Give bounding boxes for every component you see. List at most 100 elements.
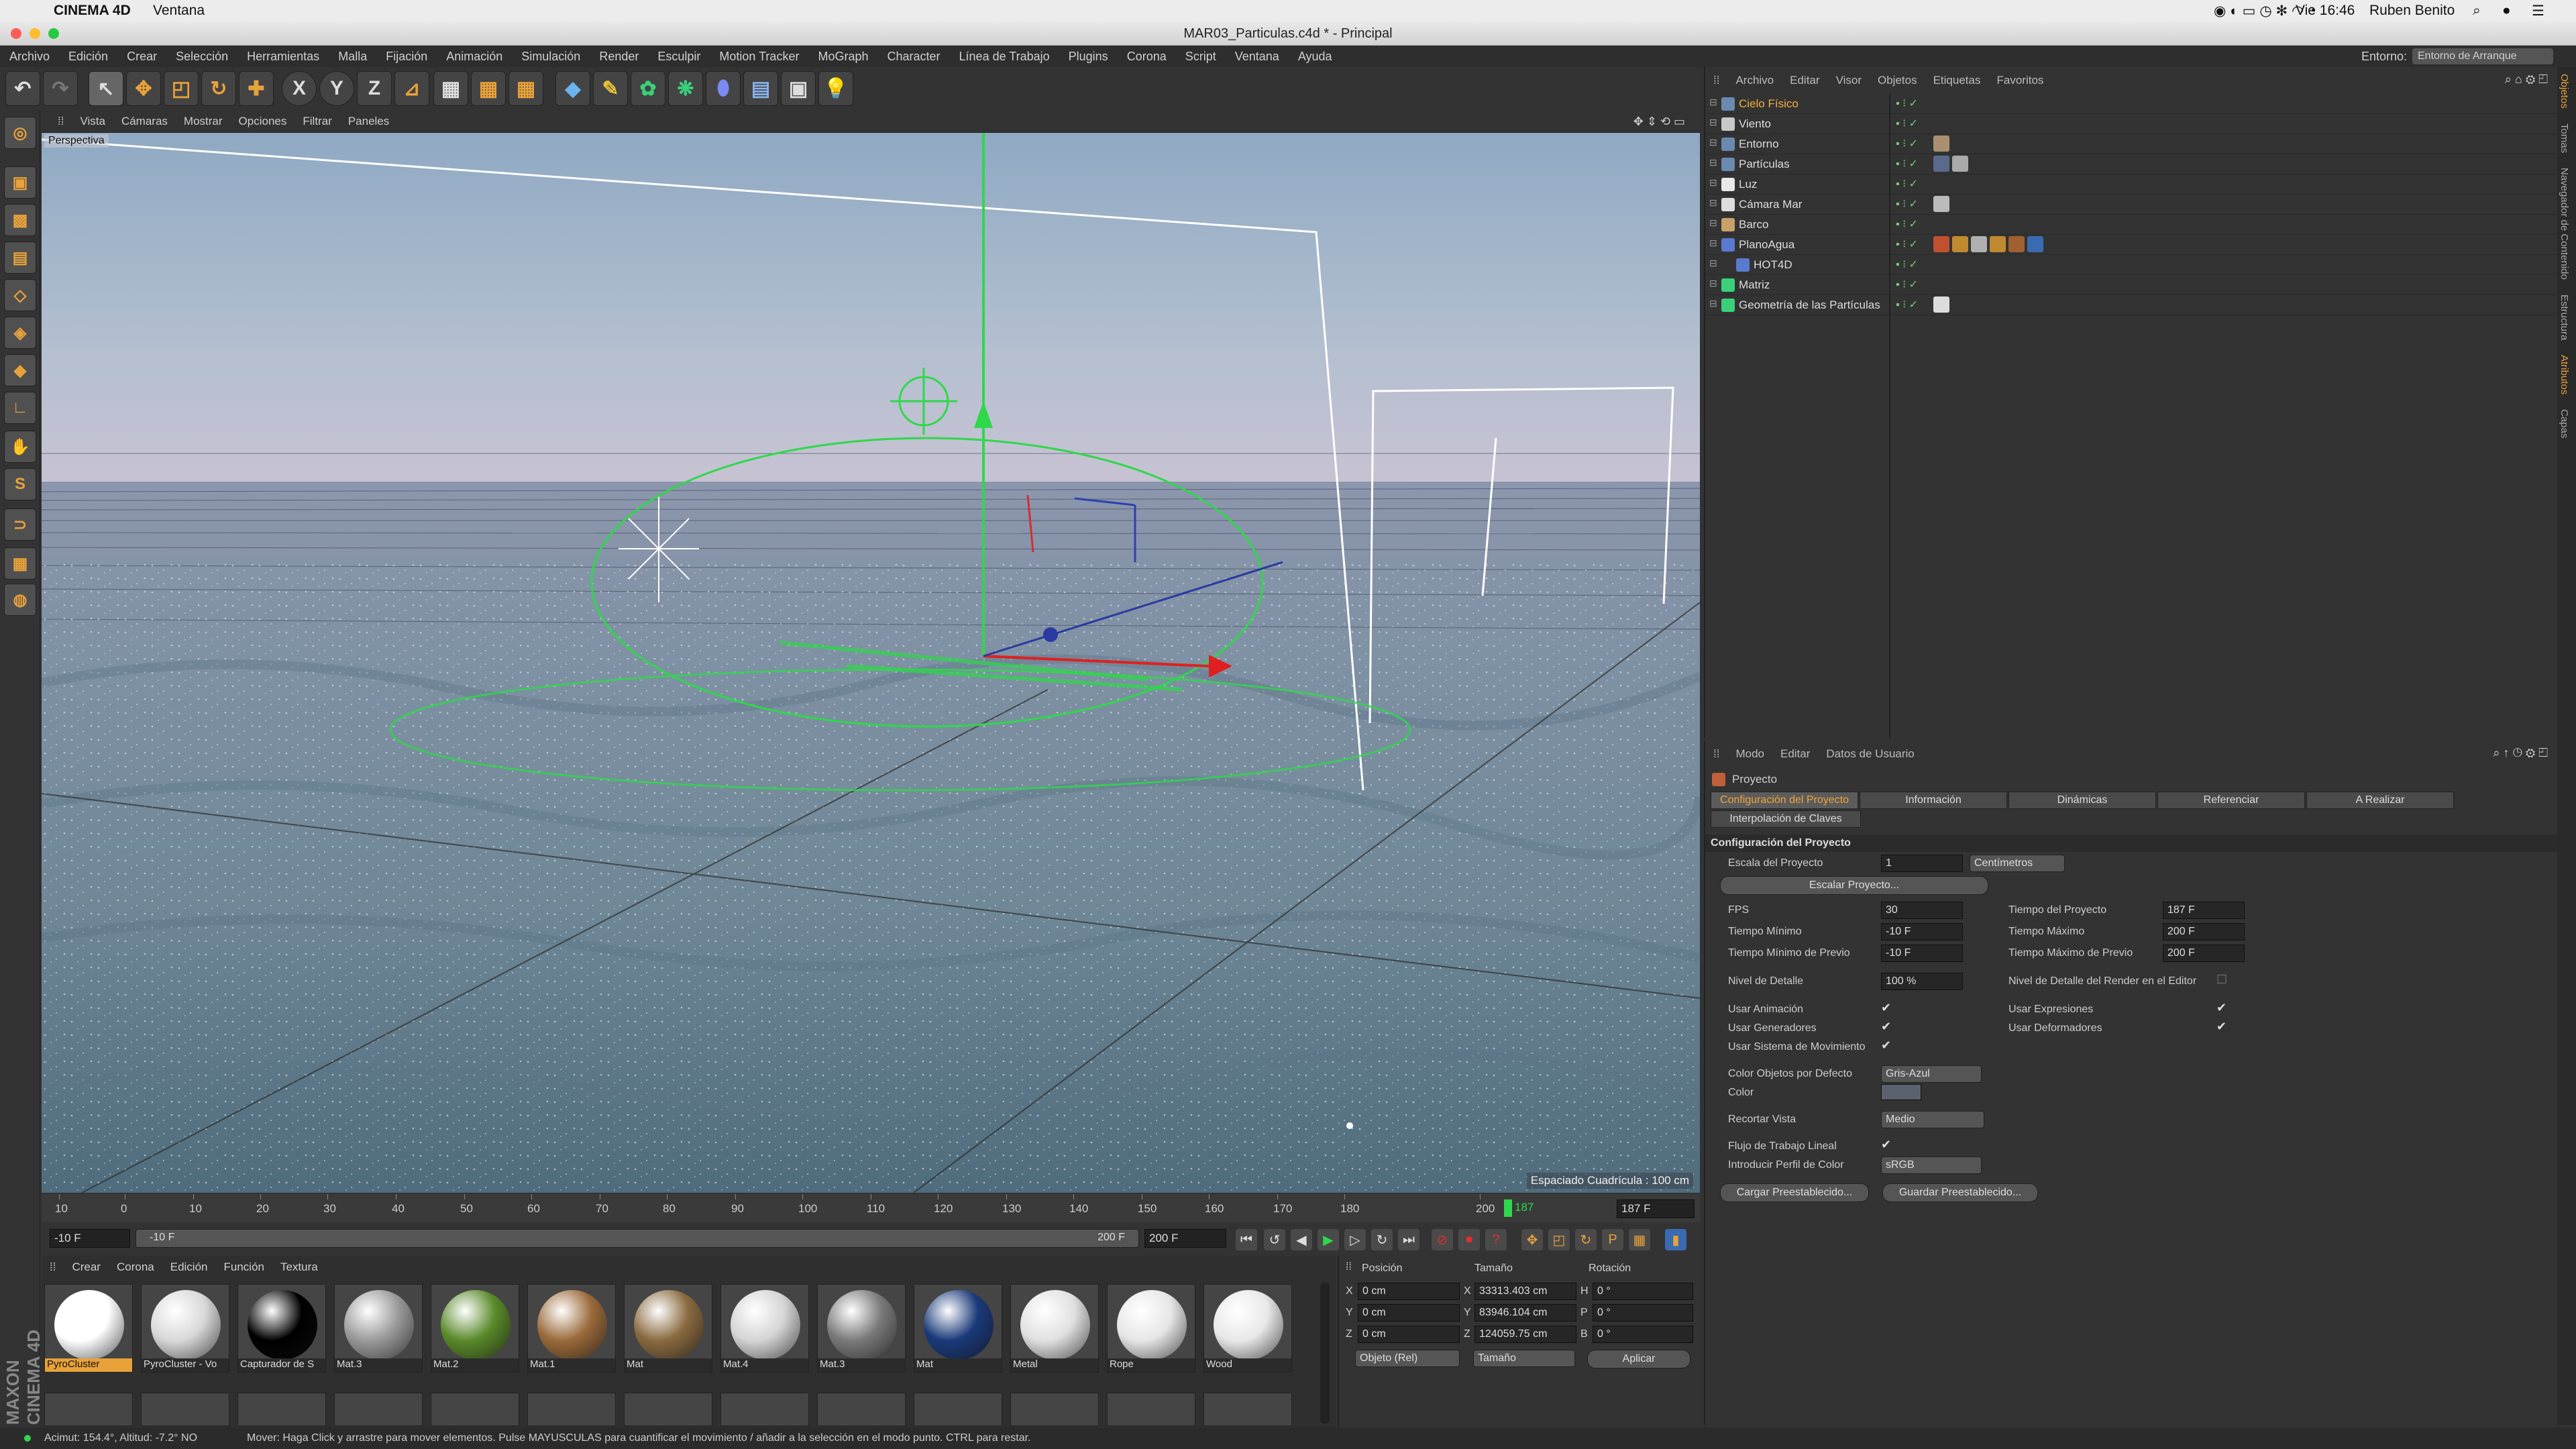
rotation-field[interactable]: 0 ° — [1593, 1304, 1693, 1322]
tag-icon[interactable] — [1952, 156, 1968, 172]
x-axis-lock-icon[interactable]: X — [282, 71, 317, 106]
object-menu-item[interactable]: Editar — [1782, 74, 1827, 87]
mograph-cloner-icon[interactable]: ❋ — [668, 71, 703, 106]
visibility-flags[interactable]: ▪ ⁝ ✓ — [1896, 237, 1918, 251]
texture-mode-icon[interactable]: ▩ — [4, 204, 36, 236]
material-swatch-row2[interactable] — [1203, 1393, 1292, 1426]
material-swatch-row2[interactable] — [431, 1393, 519, 1426]
menu-item[interactable]: Motion Tracker — [710, 46, 808, 67]
use-animation-checkbox[interactable]: ✔ — [1881, 1001, 1891, 1015]
material-swatch-row2[interactable] — [44, 1393, 133, 1426]
menu-item[interactable]: Animación — [437, 46, 512, 67]
tag-icon[interactable] — [1933, 297, 1949, 313]
menu-item[interactable]: Ayuda — [1289, 46, 1342, 67]
tab-interpolacion[interactable]: Interpolación de Claves — [1711, 810, 1861, 828]
material-scrollbar[interactable] — [1320, 1283, 1330, 1424]
visibility-flags[interactable]: ▪ ⁝ ✓ — [1896, 217, 1918, 231]
material-swatch-row2[interactable] — [720, 1393, 809, 1426]
color-swatch[interactable] — [1881, 1084, 1921, 1100]
material-swatch[interactable]: Wood — [1203, 1284, 1292, 1373]
object-row[interactable]: ⊟ Geometría de las Partículas ▪ ⁝ ✓ — [1705, 295, 2557, 315]
material-swatch[interactable]: Mat — [914, 1284, 1002, 1373]
expand-icon[interactable]: ⊟ — [1709, 197, 1717, 209]
linear-workflow-checkbox[interactable]: ✔ — [1881, 1138, 1891, 1152]
material-menu-item[interactable]: Corona — [109, 1260, 162, 1273]
key-scale-icon[interactable]: ◰ — [1548, 1229, 1570, 1250]
redo-button[interactable]: ↷ — [43, 71, 78, 106]
polygons-mode-icon[interactable]: ◆ — [4, 354, 36, 386]
visibility-flags[interactable]: ▪ ⁝ ✓ — [1896, 97, 1918, 110]
undo-button[interactable]: ↶ — [5, 71, 40, 106]
object-menu-item[interactable]: Objetos — [1870, 74, 1925, 87]
material-menu-item[interactable]: Textura — [272, 1260, 326, 1273]
viewport-perspective[interactable]: Perspectiva Espaciado Cuadrícula : 100 c… — [42, 133, 1700, 1193]
cube-primitive-icon[interactable]: ◆ — [555, 71, 590, 106]
coordinate-system-icon[interactable]: ⊿ — [394, 71, 429, 106]
object-menu-item[interactable]: Etiquetas — [1925, 74, 1989, 87]
size-field[interactable]: 83946.104 cm — [1474, 1304, 1576, 1322]
use-expressions-checkbox[interactable]: ✔ — [2216, 1001, 2226, 1015]
visibility-flags[interactable]: ▪ ⁝ ✓ — [1896, 157, 1918, 170]
right-side-tab[interactable]: Navegador de Contenido — [2559, 168, 2570, 280]
material-swatch[interactable]: Mat.1 — [527, 1284, 616, 1373]
size-mode-dropdown[interactable]: Tamaño — [1473, 1350, 1575, 1367]
notifications-icon[interactable]: ☰ — [2532, 3, 2544, 19]
menu-item[interactable]: Simulación — [512, 46, 590, 67]
light-icon[interactable]: 💡 — [818, 71, 853, 106]
tag-icon[interactable] — [1971, 236, 1987, 252]
preview-range-slider[interactable]: -10 F 200 F — [136, 1229, 1139, 1248]
position-field[interactable]: 0 cm — [1358, 1283, 1460, 1300]
key-position-icon[interactable]: ✥ — [1521, 1229, 1543, 1250]
use-deformers-checkbox[interactable]: ✔ — [2216, 1020, 2226, 1034]
prev-frame-icon[interactable]: ◀ — [1291, 1229, 1312, 1250]
color-profile-dropdown[interactable]: sRGB — [1881, 1157, 1982, 1174]
right-side-tab[interactable]: Estructura — [2559, 294, 2570, 340]
menu-item[interactable]: Malla — [329, 46, 376, 67]
move-tool-icon[interactable]: ✥ — [126, 71, 161, 106]
lod-field[interactable]: 100 % — [1881, 973, 1963, 990]
material-swatch[interactable]: PyroCluster — [44, 1284, 133, 1373]
position-field[interactable]: 0 cm — [1358, 1326, 1460, 1343]
material-swatch-row2[interactable] — [914, 1393, 1002, 1426]
viewport-nav-icons[interactable]: ✥ ⇕ ⟲ ▭ — [1625, 110, 1693, 133]
max-time-attr-field[interactable]: 200 F — [2163, 923, 2245, 941]
grid-lock-icon[interactable]: ▦ — [4, 547, 36, 580]
expand-icon[interactable]: ⊟ — [1709, 177, 1717, 189]
use-motion-checkbox[interactable]: ✔ — [1881, 1038, 1891, 1053]
record-icon[interactable]: ⊘ — [1432, 1229, 1453, 1250]
attribute-menu-item[interactable]: Datos de Usuario — [1818, 747, 1922, 760]
object-row[interactable]: ⊟ Barco ▪ ⁝ ✓ — [1705, 215, 2557, 235]
object-row[interactable]: ⊟ PlanoAgua ▪ ⁝ ✓ — [1705, 235, 2557, 255]
edges-mode-icon[interactable]: ◈ — [4, 317, 36, 349]
menu-item[interactable]: Línea de Trabajo — [950, 46, 1059, 67]
object-manager-icons[interactable]: ⌕ ⌂ ⚙ ◰ — [2505, 72, 2548, 87]
material-swatch[interactable]: Rope — [1107, 1284, 1195, 1373]
object-menu-item[interactable]: Favoritos — [1988, 74, 2051, 87]
menu-item[interactable]: Fijación — [376, 46, 437, 67]
attribute-nav-icons[interactable]: ⌕ ↑ ◷ ⚙ ◰ — [2493, 746, 2548, 760]
menu-item[interactable]: Herramientas — [237, 46, 329, 67]
tag-icon[interactable] — [1952, 236, 1968, 252]
menu-item[interactable]: Edición — [59, 46, 117, 67]
menu-item[interactable]: Ventana — [1226, 46, 1289, 67]
subdivision-icon[interactable]: ✿ — [631, 71, 665, 106]
viewport-menu-item[interactable]: Filtrar — [294, 115, 339, 127]
user-name[interactable]: Ruben Benito — [2369, 3, 2455, 19]
attribute-tab[interactable]: Configuración del Proyecto — [1711, 792, 1858, 809]
material-swatch[interactable]: Mat.3 — [817, 1284, 906, 1373]
go-to-end-icon[interactable]: ⏭ — [1398, 1229, 1419, 1250]
deformer-icon[interactable]: ⬮ — [706, 71, 741, 106]
menu-item[interactable]: Archivo — [0, 46, 59, 67]
preview-max-field[interactable]: 200 F — [2163, 945, 2245, 962]
viewport-menu-item[interactable]: Paneles — [340, 115, 397, 127]
tag-icon[interactable] — [1990, 236, 2006, 252]
max-time-field[interactable]: 200 F — [1144, 1229, 1226, 1248]
close-window-icon[interactable] — [11, 28, 21, 39]
model-mode-icon[interactable]: ▣ — [4, 166, 36, 199]
key-rotation-icon[interactable]: ↻ — [1575, 1229, 1597, 1250]
tag-icon[interactable] — [1933, 236, 1949, 252]
render-picture-viewer-icon[interactable]: ▦ — [471, 71, 506, 106]
menu-item[interactable]: MoGraph — [808, 46, 877, 67]
timeline-ruler[interactable]: 10 0 10 20 30 40 50 60 70 80 90 100 110 120 130 140 150 1… — [42, 1194, 1700, 1222]
viewport-menu-item[interactable]: Mostrar — [176, 115, 231, 127]
